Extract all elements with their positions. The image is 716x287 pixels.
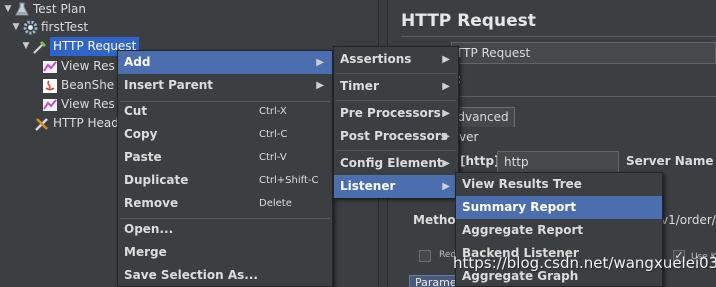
menu-item-duplicate[interactable]: Duplicate Ctrl+Shift-C [118,169,332,192]
collapse-icon[interactable]: ▼ [20,37,32,56]
tab-advanced[interactable]: dvanced [451,107,515,127]
menu-item-label: Paste [124,150,162,164]
context-menu: Add ▶ Insert Parent ▶ Cut Ctrl-X Copy Ct… [117,50,333,287]
tree-node-test-plan[interactable]: ▼ Test Plan [2,0,86,19]
menu-item-post-processors[interactable]: Post Processors ▶ [334,125,458,148]
menu-item-label: View Results Tree [462,177,582,191]
add-submenu: Assertions ▶ Timer ▶ Pre Processors ▶ Po… [333,46,459,198]
submenu-arrow-icon: ▶ [442,54,450,65]
tree-node-view-results-2[interactable]: View Res [42,95,115,114]
menu-item-label: Pre Processors [340,106,441,120]
collapse-icon[interactable]: ▼ [10,18,22,37]
collapse-icon[interactable]: ▼ [2,0,14,19]
redirect-checkbox[interactable] [419,250,431,262]
submenu-arrow-icon: ▶ [442,181,450,192]
tree-node-label: firstTest [41,20,89,34]
tree-node-view-results-1[interactable]: View Res [42,57,115,76]
menu-item-label: Copy [124,127,158,141]
shortcut-label: Delete [259,198,292,209]
menu-item-label: Assertions [340,52,412,66]
gear-icon [22,20,38,36]
menu-item-label: Open... [124,222,174,236]
menu-item-label: Cut [124,104,148,118]
section-divider [451,96,716,97]
menu-item-label: Post Processors [340,129,448,143]
menu-item-label: Listener [340,179,396,193]
submenu-arrow-icon: ▶ [442,81,450,92]
tree-node-label: BeanShe [61,78,115,92]
title-divider [401,36,716,37]
menu-item-label: Insert Parent [124,78,214,92]
menu-item-pre-processors[interactable]: Pre Processors ▶ [334,102,458,125]
tree-node-label: HTTP Head [53,116,119,130]
menu-item-paste[interactable]: Paste Ctrl-V [118,146,332,169]
shortcut-label: Ctrl+Shift-C [259,175,319,186]
server-name-label: Server Name or [626,154,716,168]
menu-item-add[interactable]: Add ▶ [118,51,332,74]
submenu-arrow-icon: ▶ [442,108,450,119]
flask-icon [14,2,30,18]
name-field[interactable]: TTP Request [451,42,716,64]
java-icon [42,78,58,94]
submenu-arrow-icon: ▶ [442,131,450,142]
menu-item-label: Remove [124,196,179,210]
menu-item-timer[interactable]: Timer ▶ [334,75,458,98]
tree-node-label: View Res [61,59,115,73]
menu-item-assertions[interactable]: Assertions ▶ [334,48,458,71]
menu-item-config-element[interactable]: Config Element ▶ [334,152,458,175]
watermark-text: https://blog.csdn.net/wangxuelei036 [453,254,716,272]
graph-icon [42,97,58,113]
menu-item-label: Save Selection As... [124,268,258,282]
menu-item-label: Timer [340,79,379,93]
menu-item-label: Summary Report [462,200,577,214]
graph-icon [42,59,58,75]
submenu-arrow-icon: ▶ [316,80,324,91]
tree-node-label: Test Plan [33,2,86,16]
wrench-icon [34,116,50,132]
menu-item-cut[interactable]: Cut Ctrl-X [118,100,332,123]
menu-item-listener[interactable]: Listener ▶ [334,175,458,198]
menu-item-aggregate-report[interactable]: Aggregate Report [456,219,662,242]
menu-item-summary-report[interactable]: Summary Report [456,196,662,219]
submenu-arrow-icon: ▶ [442,158,450,169]
submenu-arrow-icon: ▶ [316,57,324,68]
menu-separator [336,73,456,74]
menu-item-label: Config Element [340,156,443,170]
tree-node-thread-group[interactable]: ▼ firstTest [10,18,88,37]
pipette-icon [32,39,48,55]
menu-item-label: Duplicate [124,173,189,187]
protocol-input[interactable] [497,151,619,173]
path-field-value[interactable]: v1/order/o [661,213,716,227]
menu-item-label: Aggregate Report [462,223,584,237]
menu-item-label: Merge [124,245,167,259]
menu-item-merge[interactable]: Merge [118,241,332,264]
tree-node-label: View Res [61,97,115,111]
menu-item-remove[interactable]: Remove Delete [118,192,332,215]
menu-separator [336,100,456,101]
panel-title: HTTP Request [401,11,536,31]
tree-node-http-header[interactable]: HTTP Head [34,114,119,133]
menu-item-copy[interactable]: Copy Ctrl-C [118,123,332,146]
shortcut-label: Ctrl-X [259,106,287,117]
menu-item-open[interactable]: Open... [118,218,332,241]
menu-separator [336,150,456,151]
tab-parameters[interactable]: Parame [409,275,461,287]
server-section-label: ver [459,130,479,144]
menu-item-label: Add [124,55,151,69]
menu-item-save-selection[interactable]: Save Selection As... [118,264,332,287]
shortcut-label: Ctrl-V [259,152,287,163]
menu-item-view-results-tree[interactable]: View Results Tree [456,173,662,196]
menu-item-insert-parent[interactable]: Insert Parent ▶ [118,74,332,97]
tree-node-beanshell[interactable]: BeanShe [42,76,114,95]
shortcut-label: Ctrl-C [259,129,288,140]
